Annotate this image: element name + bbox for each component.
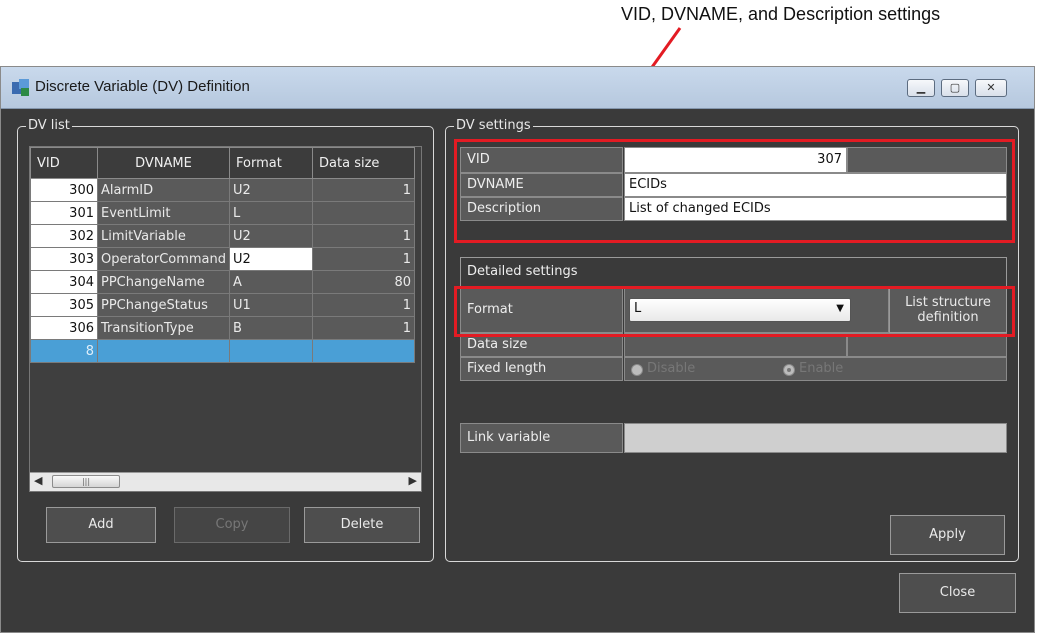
- add-button[interactable]: Add: [46, 507, 156, 543]
- cell-data-size[interactable]: 1: [312, 293, 416, 317]
- cell-format[interactable]: U2: [229, 224, 314, 248]
- cell-format[interactable]: A: [229, 270, 314, 294]
- title-bar[interactable]: Discrete Variable (DV) Definition ▁ ▢ ✕: [1, 67, 1034, 109]
- restore-icon: ▢: [949, 81, 961, 94]
- cell-dvname[interactable]: PPChangeName: [96, 270, 231, 294]
- app-icon: [12, 79, 29, 96]
- highlight-box-format: [454, 286, 1015, 337]
- dv-list-group: DV list VID DVNAME Format Data size 300 …: [17, 118, 434, 562]
- cell-data-size[interactable]: 1: [312, 178, 416, 202]
- cell-format[interactable]: U1: [229, 293, 314, 317]
- cell-vid[interactable]: 300: [30, 178, 98, 202]
- window-title: Discrete Variable (DV) Definition: [35, 78, 250, 95]
- apply-button[interactable]: Apply: [890, 515, 1005, 555]
- radio-disable[interactable]: [631, 364, 643, 376]
- horizontal-scrollbar[interactable]: ◀ ||| ▶: [30, 472, 421, 491]
- detailed-settings-header: Detailed settings: [460, 257, 1007, 287]
- table-row[interactable]: 303 OperatorCommand U2 1: [30, 247, 416, 271]
- cell-dvname[interactable]: LimitVariable: [96, 224, 231, 248]
- minimize-icon: ▁: [916, 81, 926, 94]
- cell-vid[interactable]: 302: [30, 224, 98, 248]
- cell-dvname[interactable]: AlarmID: [96, 178, 231, 202]
- col-header-vid[interactable]: VID: [30, 147, 98, 179]
- table-header-row: VID DVNAME Format Data size: [30, 147, 416, 179]
- cell-data-size[interactable]: 1: [312, 316, 416, 340]
- dv-list-table: VID DVNAME Format Data size 300 AlarmID …: [29, 146, 422, 492]
- restore-button[interactable]: ▢: [941, 79, 969, 97]
- link-variable-label: Link variable: [460, 423, 623, 453]
- cell-data-size[interactable]: [312, 201, 416, 225]
- cell-dvname[interactable]: PPChangeStatus: [96, 293, 231, 317]
- cell-format[interactable]: B: [229, 316, 314, 340]
- cell-vid[interactable]: 306: [30, 316, 98, 340]
- cell-dvname[interactable]: EventLimit: [96, 201, 231, 225]
- cell-vid[interactable]: 303: [30, 247, 98, 271]
- table-row[interactable]: 306 TransitionType B 1: [30, 316, 416, 340]
- cell-vid[interactable]: 305: [30, 293, 98, 317]
- dv-settings-legend: DV settings: [454, 118, 533, 133]
- scrollbar-thumb[interactable]: |||: [52, 475, 120, 488]
- cell-dvname[interactable]: OperatorCommand: [96, 247, 231, 271]
- cell-dvname[interactable]: [96, 339, 231, 363]
- highlight-box-top: [454, 139, 1015, 243]
- cell-data-size[interactable]: 1: [312, 247, 416, 271]
- cell-format[interactable]: U2: [229, 178, 314, 202]
- table-row[interactable]: 301 EventLimit L: [30, 201, 416, 225]
- table-row[interactable]: 304 PPChangeName A 80: [30, 270, 416, 294]
- copy-button[interactable]: Copy: [174, 507, 290, 543]
- cell-format[interactable]: [229, 339, 314, 363]
- scroll-right-icon[interactable]: ▶: [409, 474, 417, 487]
- dv-table: VID DVNAME Format Data size 300 AlarmID …: [30, 147, 416, 363]
- table-row-selected[interactable]: 8: [30, 339, 416, 363]
- fixed-length-options: Disable Enable: [624, 357, 1007, 381]
- close-button[interactable]: Close: [899, 573, 1016, 613]
- fixed-length-label: Fixed length: [460, 357, 623, 381]
- minimize-button[interactable]: ▁: [907, 79, 935, 97]
- radio-disable-label: Disable: [647, 361, 696, 376]
- close-window-button[interactable]: ✕: [975, 79, 1007, 97]
- radio-enable[interactable]: [783, 364, 795, 376]
- table-row[interactable]: 302 LimitVariable U2 1: [30, 224, 416, 248]
- dv-list-legend: DV list: [26, 118, 72, 133]
- table-row[interactable]: 305 PPChangeStatus U1 1: [30, 293, 416, 317]
- cell-data-size[interactable]: [312, 339, 416, 363]
- cell-format-editing[interactable]: U2: [229, 247, 314, 271]
- delete-button[interactable]: Delete: [304, 507, 420, 543]
- cell-data-size[interactable]: 80: [312, 270, 416, 294]
- col-header-data-size[interactable]: Data size: [312, 147, 416, 179]
- radio-enable-label: Enable: [799, 361, 844, 376]
- cell-dvname[interactable]: TransitionType: [96, 316, 231, 340]
- cell-vid[interactable]: 301: [30, 201, 98, 225]
- scroll-left-icon[interactable]: ◀: [34, 474, 42, 487]
- link-variable-field[interactable]: [624, 423, 1007, 453]
- cell-data-size[interactable]: 1: [312, 224, 416, 248]
- cell-vid[interactable]: 8: [30, 339, 98, 363]
- table-row[interactable]: 300 AlarmID U2 1: [30, 178, 416, 202]
- cell-format[interactable]: L: [229, 201, 314, 225]
- col-header-dvname[interactable]: DVNAME: [96, 147, 231, 179]
- cell-vid[interactable]: 304: [30, 270, 98, 294]
- col-header-format[interactable]: Format: [229, 147, 314, 179]
- close-icon: ✕: [986, 81, 996, 94]
